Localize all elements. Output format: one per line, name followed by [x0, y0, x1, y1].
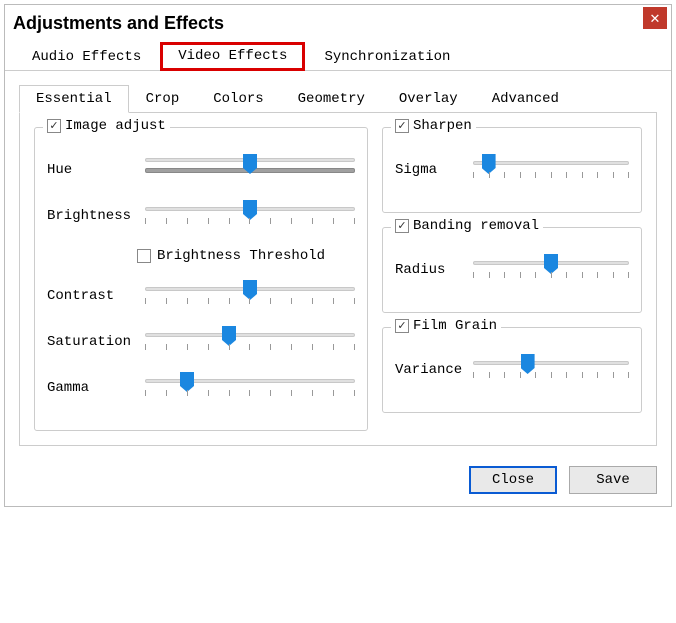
- tab-crop[interactable]: Crop: [129, 85, 197, 113]
- close-button[interactable]: Close: [469, 466, 557, 494]
- checkbox-image-adjust[interactable]: [47, 119, 61, 133]
- slider-hue[interactable]: [145, 156, 355, 184]
- checkbox-sharpen[interactable]: [395, 119, 409, 133]
- slider-brightness[interactable]: [145, 202, 355, 230]
- slider-gamma[interactable]: [145, 374, 355, 402]
- group-sharpen: Sharpen Sigma: [382, 127, 642, 213]
- label-hue: Hue: [47, 162, 137, 178]
- close-icon[interactable]: ✕: [643, 7, 667, 29]
- label-sharpen: Sharpen: [413, 118, 472, 134]
- essential-panel: Image adjust Hue Brightness: [19, 113, 657, 446]
- label-sigma: Sigma: [395, 162, 465, 178]
- slider-radius[interactable]: [473, 256, 629, 284]
- footer: Close Save: [5, 456, 671, 506]
- label-brightness: Brightness: [47, 208, 137, 224]
- group-image-adjust: Image adjust Hue Brightness: [34, 127, 368, 431]
- group-banding-removal: Banding removal Radius: [382, 227, 642, 313]
- checkbox-banding-removal[interactable]: [395, 219, 409, 233]
- tab-essential[interactable]: Essential: [19, 85, 129, 113]
- slider-variance[interactable]: [473, 356, 629, 384]
- tab-video-effects[interactable]: Video Effects: [160, 42, 305, 71]
- tab-audio-effects[interactable]: Audio Effects: [13, 42, 160, 71]
- slider-saturation[interactable]: [145, 328, 355, 356]
- tab-advanced[interactable]: Advanced: [475, 85, 576, 113]
- tab-synchronization[interactable]: Synchronization: [305, 42, 469, 71]
- tab-overlay[interactable]: Overlay: [382, 85, 475, 113]
- titlebar: Adjustments and Effects ✕: [5, 5, 671, 40]
- label-contrast: Contrast: [47, 288, 137, 304]
- checkbox-brightness-threshold[interactable]: [137, 249, 151, 263]
- slider-contrast[interactable]: [145, 282, 355, 310]
- dialog-window: Adjustments and Effects ✕ Audio Effects …: [4, 4, 672, 507]
- label-saturation: Saturation: [47, 334, 137, 350]
- label-gamma: Gamma: [47, 380, 137, 396]
- group-film-grain: Film Grain Variance: [382, 327, 642, 413]
- label-image-adjust: Image adjust: [65, 118, 166, 134]
- save-button[interactable]: Save: [569, 466, 657, 494]
- main-tabs: Audio Effects Video Effects Synchronizat…: [5, 42, 671, 71]
- slider-sigma[interactable]: [473, 156, 629, 184]
- label-film-grain: Film Grain: [413, 318, 497, 334]
- tab-geometry[interactable]: Geometry: [281, 85, 382, 113]
- tab-colors[interactable]: Colors: [196, 85, 280, 113]
- checkbox-film-grain[interactable]: [395, 319, 409, 333]
- label-radius: Radius: [395, 262, 465, 278]
- title: Adjustments and Effects: [13, 13, 224, 34]
- label-banding-removal: Banding removal: [413, 218, 539, 234]
- label-brightness-threshold: Brightness Threshold: [157, 248, 325, 264]
- sub-tabs: Essential Crop Colors Geometry Overlay A…: [19, 85, 657, 113]
- label-variance: Variance: [395, 362, 465, 378]
